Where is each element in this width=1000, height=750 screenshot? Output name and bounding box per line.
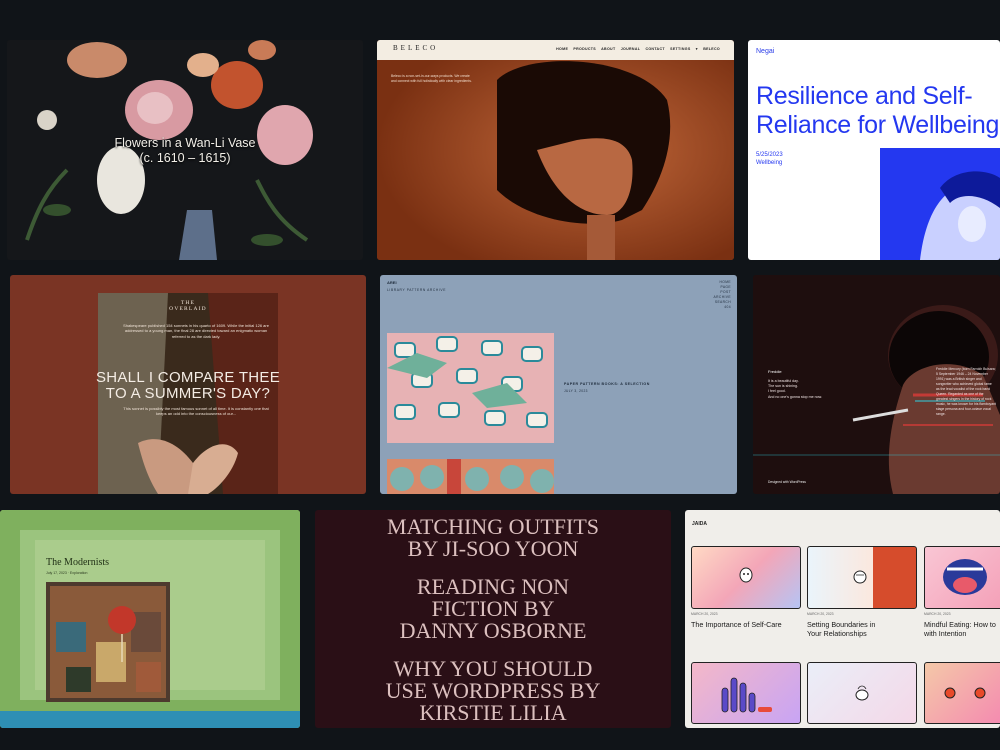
post-thumbnail[interactable] [924,546,1000,609]
site-title[interactable]: JAIDA [692,521,707,527]
modernist-painting [46,582,170,702]
post-date: JULY 3, 2023 [564,389,588,393]
caption-line-1: Flowers in a Wan-Li Vase [114,136,256,150]
post-title[interactable]: PAPER PATTERN BOOKS: A SELECTION [564,382,650,386]
post-link-line: FICTION BY [431,596,555,621]
post-link-line: BY JI-SOO YOON [407,536,579,561]
post-link-line: USE WORDPRESS BY [385,678,601,703]
bowl-illustration [855,685,869,701]
site-title[interactable]: Freddie [768,369,782,374]
post-category[interactable]: Wellbeing [756,160,782,166]
theme-card-beleco[interactable]: BELECO HOME PRODUCTS ABOUT JOURNAL CONTA… [377,40,734,260]
site-title[interactable]: AREI [387,280,397,285]
site-logo[interactable]: BELECO [393,44,438,52]
heading-line-2: TO A SUMMER'S DAY? [105,385,271,402]
site-logo[interactable]: THE OVERLAID [10,300,366,312]
post-link-line: READING NON [416,574,570,599]
face-illustration [739,567,753,583]
post-date: MARCH 20, 2023 [807,612,834,616]
hand-illustration [853,570,867,584]
heading-line-1: SHALL I COMPARE THEE [95,369,281,386]
site-footer-bar [0,711,300,728]
post-thumbnail[interactable] [807,546,917,609]
mouth-illustration [943,559,987,595]
post-thumbnail[interactable] [807,662,917,724]
post-headline[interactable]: Resilience and Self- Reliance for Wellbe… [756,82,999,140]
site-menu[interactable]: HOME PRODUCTS ABOUT JOURNAL CONTACT SETT… [556,47,720,51]
logo-line-2: OVERLAID [169,306,207,312]
post-heading[interactable]: SHALL I COMPARE THEE TO A SUMMER'S DAY? [70,370,306,402]
post-title[interactable]: Setting Boundaries in Your Relationships [807,620,875,638]
caption-line-2: (c. 1610 – 1615) [139,151,231,165]
bio-text: Freddie Mercury (born Farrokh Bulsara; 5… [936,367,996,416]
post-title-line: Your Relationships [807,629,867,638]
post-meta: July 17, 2023 · Exploration [46,571,88,575]
painting-caption: Flowers in a Wan-Li Vase (c. 1610 – 1615… [7,136,363,166]
post-date: MARCH 20, 2023 [691,612,718,616]
post-thumbnail[interactable] [691,546,801,609]
post-title-line: Mindful Eating: How to [924,620,996,629]
theme-card-modernists[interactable]: The Modernists July 17, 2023 · Explorati… [0,510,300,728]
headline-line-1: Resilience and Self- [756,82,973,110]
theme-card-flowers[interactable]: Flowers in a Wan-Li Vase (c. 1610 – 1615… [7,40,363,260]
intro-text: Shakespeare published 154 sonnets in his… [123,323,269,339]
site-title[interactable]: Negai [756,48,774,55]
site-tagline: LIBRARY PATTERN ARCHIVE [387,288,446,292]
post-link-line: MATCHING OUTFITS [386,514,600,539]
site-intro: Beleco is a non-set-in-our-ways products… [391,74,472,83]
headline-line-2: Reliance for Wellbeing [756,111,1000,139]
post-link[interactable]: READING NON FICTION BY DANNY OSBORNE [315,576,671,642]
post-link-line: DANNY OSBORNE [399,618,587,643]
post-title-line: Setting Boundaries in [807,620,876,629]
post-title-line: with Intention [924,629,967,638]
post-date: 5/25/2023 [756,152,783,158]
pattern-image-1 [387,333,554,443]
site-footer[interactable]: Designed with WordPress [768,480,806,484]
eyes-illustration [944,687,986,699]
post-thumbnail[interactable] [691,662,801,724]
featured-image [880,148,1000,260]
portrait-photo [377,40,734,260]
theme-card-wellbeing[interactable]: Negai Resilience and Self- Reliance for … [748,40,1000,260]
pattern-image-2 [387,459,554,494]
poem: It is a beautiful day. The sun is shinin… [768,379,822,400]
bars-illustration [721,677,772,713]
site-nav: HOME PAGE POST ARCHIVE SEARCH 404 [714,280,731,310]
post-link[interactable]: WHY YOU SHOULD USE WORDPRESS BY KIRSTIE … [315,658,671,724]
post-date: MARCH 20, 2023 [924,612,951,616]
poem-line: And no one's gonna stop me now. [768,394,823,399]
post-title[interactable]: Mindful Eating: How to with Intention [924,620,996,638]
post-thumbnail[interactable] [924,662,1000,724]
body-text: This sonnet is possibly the most famous … [123,406,269,417]
post-link[interactable]: MATCHING OUTFITS BY JI-SOO YOON [315,516,671,560]
post-title[interactable]: The Modernists [46,557,109,568]
theme-card-outfits[interactable]: MATCHING OUTFITS BY JI-SOO YOON READING … [315,510,671,728]
post-title[interactable]: The Importance of Self-Care [691,620,782,629]
post-title-line: The Importance of Self-Care [691,620,782,629]
theme-card-freddie[interactable]: Freddie It is a beautiful day. The sun i… [753,275,1000,494]
post-link-line: KIRSTIE LILIA [419,700,567,725]
theme-card-archive[interactable]: AREI LIBRARY PATTERN ARCHIVE HOME PAGE P… [380,275,737,494]
theme-card-jaida[interactable]: JAIDA MARCH 20, 2023 The Importance of S… [685,510,1000,728]
theme-card-overlaid[interactable]: THE OVERLAID Shakespeare published 154 s… [10,275,366,494]
post-link-line: WHY YOU SHOULD [393,656,593,681]
nav-item-404[interactable]: 404 [714,305,731,310]
